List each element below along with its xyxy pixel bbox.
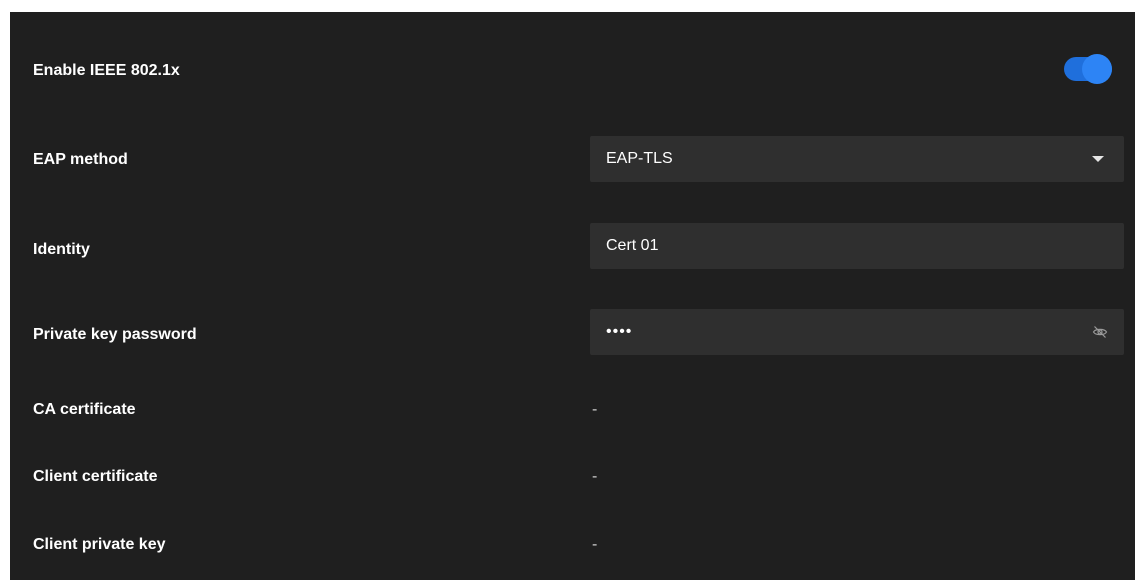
client-private-key-label: Client private key	[33, 536, 166, 553]
private-key-password-value: ••••	[606, 323, 633, 340]
eap-method-dropdown[interactable]: EAP-TLS	[590, 136, 1124, 182]
chevron-down-icon	[1092, 156, 1104, 162]
enable-8021x-toggle[interactable]	[1064, 54, 1112, 84]
enable-8021x-label: Enable IEEE 802.1x	[33, 62, 180, 79]
eye-slash-icon[interactable]	[1092, 324, 1108, 340]
eap-method-label: EAP method	[33, 151, 128, 168]
client-private-key-value: -	[592, 536, 598, 553]
client-certificate-value: -	[592, 468, 598, 485]
identity-value: Cert 01	[606, 237, 659, 254]
client-certificate-label: Client certificate	[33, 468, 158, 485]
toggle-knob	[1082, 54, 1112, 84]
ieee-8021x-settings-panel: Enable IEEE 802.1x EAP method EAP-TLS Id…	[10, 12, 1135, 580]
private-key-password-input[interactable]: ••••	[590, 309, 1124, 355]
ca-certificate-value: -	[592, 401, 598, 418]
eap-method-value: EAP-TLS	[606, 150, 673, 167]
private-key-password-label: Private key password	[33, 326, 197, 343]
identity-input[interactable]: Cert 01	[590, 223, 1124, 269]
identity-label: Identity	[33, 241, 90, 258]
ca-certificate-label: CA certificate	[33, 401, 136, 418]
